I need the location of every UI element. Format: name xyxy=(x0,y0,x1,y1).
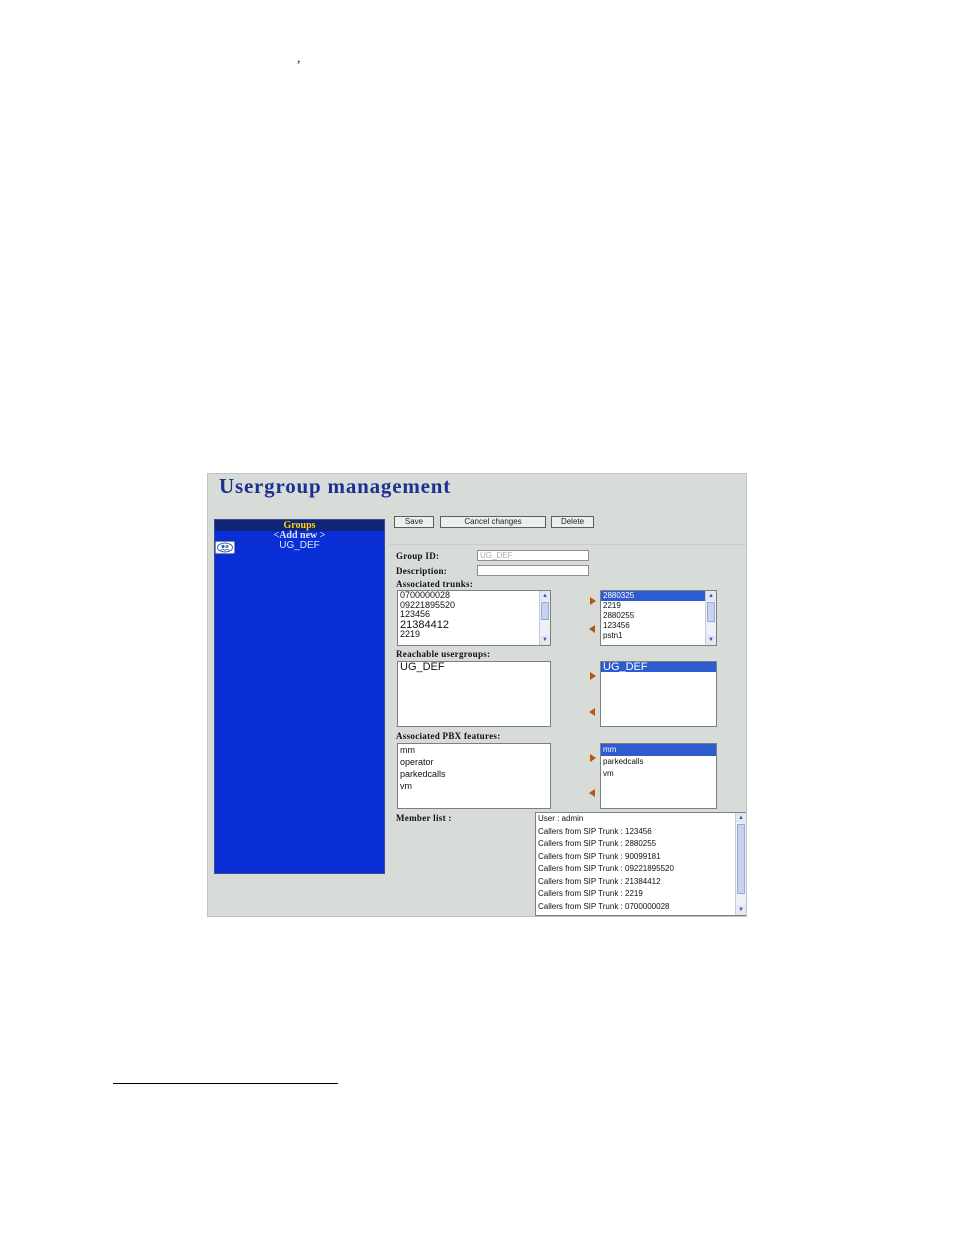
groups-sidebar: Groups <Add new > UG_DEF xyxy=(214,519,385,874)
list-item[interactable]: Callers from SIP Trunk : 123456 xyxy=(536,826,746,839)
delete-button[interactable]: Delete xyxy=(551,516,594,528)
available-features-list[interactable]: mm operator parkedcalls vm xyxy=(397,743,551,809)
list-item[interactable]: UG_DEF xyxy=(601,662,716,673)
group-id-label: Group ID: xyxy=(396,551,440,561)
scroll-thumb[interactable] xyxy=(737,824,745,894)
scroll-up-icon[interactable]: ▲ xyxy=(736,813,746,823)
member-list[interactable]: User : admin Callers from SIP Trunk : 12… xyxy=(535,812,746,916)
group-id-field[interactable]: UG_DEF xyxy=(477,550,589,561)
list-item[interactable]: UG_DEF xyxy=(398,662,550,673)
description-label: Description: xyxy=(396,566,448,576)
add-usergroup-arrow-icon[interactable] xyxy=(590,672,596,680)
scroll-down-icon[interactable]: ▼ xyxy=(706,635,716,645)
save-button[interactable]: Save xyxy=(394,516,434,528)
list-item[interactable]: vm xyxy=(398,780,550,792)
footnote-divider xyxy=(113,1083,338,1084)
list-item[interactable]: Callers from SIP Trunk : 2880255 xyxy=(536,838,746,851)
list-item[interactable]: mm xyxy=(601,744,716,756)
list-item[interactable]: 21384412 xyxy=(398,619,550,630)
list-item[interactable]: Callers from SIP Trunk : 0700000028 xyxy=(536,901,746,914)
group-item-ug-def[interactable]: UG_DEF xyxy=(215,541,384,555)
remove-feature-arrow-icon[interactable] xyxy=(589,789,595,797)
list-item[interactable]: vm xyxy=(601,768,716,780)
list-item[interactable]: Callers from SIP Trunk : 09221895520 xyxy=(536,863,746,876)
scroll-up-icon[interactable]: ▲ xyxy=(706,591,716,601)
add-trunk-arrow-icon[interactable] xyxy=(590,597,596,605)
add-feature-arrow-icon[interactable] xyxy=(590,754,596,762)
list-item[interactable]: 2880255 xyxy=(601,611,716,621)
usergroup-management-window: Usergroup management Groups <Add new > U… xyxy=(207,473,747,917)
scroll-down-icon[interactable]: ▼ xyxy=(736,905,746,915)
selected-trunks-list[interactable]: 2880325 2219 2880255 123456 pstn1 ▲ ▼ xyxy=(600,590,717,646)
list-item[interactable]: 2880325 xyxy=(601,591,716,601)
list-item[interactable]: 2219 xyxy=(601,601,716,611)
selected-trunks-scrollbar[interactable]: ▲ ▼ xyxy=(705,591,716,645)
scroll-thumb[interactable] xyxy=(541,602,549,620)
description-field[interactable] xyxy=(477,565,589,576)
associated-trunks-label: Associated trunks: xyxy=(396,579,474,589)
selected-usergroups-list[interactable]: UG_DEF xyxy=(600,661,717,727)
cancel-changes-button[interactable]: Cancel changes xyxy=(440,516,546,528)
list-item[interactable]: 2219 xyxy=(398,629,550,640)
stray-comma-mark: , xyxy=(297,51,301,66)
scroll-down-icon[interactable]: ▼ xyxy=(540,635,550,645)
pbx-features-label: Associated PBX features: xyxy=(396,731,501,741)
list-item[interactable]: Callers from SIP Trunk : 90099181 xyxy=(536,851,746,864)
available-usergroups-list[interactable]: UG_DEF xyxy=(397,661,551,727)
list-item[interactable]: parkedcalls xyxy=(601,756,716,768)
list-item[interactable]: pstn1 xyxy=(601,631,716,641)
toolbar-divider xyxy=(389,544,746,545)
trunks-scrollbar[interactable]: ▲ ▼ xyxy=(539,591,550,645)
member-list-label: Member list : xyxy=(396,813,452,823)
list-item[interactable]: operator xyxy=(398,756,550,768)
list-item[interactable]: Callers from SIP Trunk : 2219 xyxy=(536,888,746,901)
remove-usergroup-arrow-icon[interactable] xyxy=(589,708,595,716)
reachable-usergroups-label: Reachable usergroups: xyxy=(396,649,491,659)
selected-features-list[interactable]: mm parkedcalls vm xyxy=(600,743,717,809)
list-item[interactable]: parkedcalls xyxy=(398,768,550,780)
remove-trunk-arrow-icon[interactable] xyxy=(589,625,595,633)
group-label[interactable]: UG_DEF xyxy=(215,541,384,551)
list-item[interactable]: User : admin xyxy=(536,813,746,826)
member-list-scrollbar[interactable]: ▲ ▼ xyxy=(735,813,746,915)
scroll-thumb[interactable] xyxy=(707,602,715,622)
page-title: Usergroup management xyxy=(219,474,452,498)
available-trunks-list[interactable]: 0700000028 09221895520 123456 21384412 2… xyxy=(397,590,551,646)
list-item[interactable]: 123456 xyxy=(601,621,716,631)
list-item[interactable]: Callers from SIP Trunk : 21384412 xyxy=(536,876,746,889)
list-item[interactable]: mm xyxy=(398,744,550,756)
scroll-up-icon[interactable]: ▲ xyxy=(540,591,550,601)
